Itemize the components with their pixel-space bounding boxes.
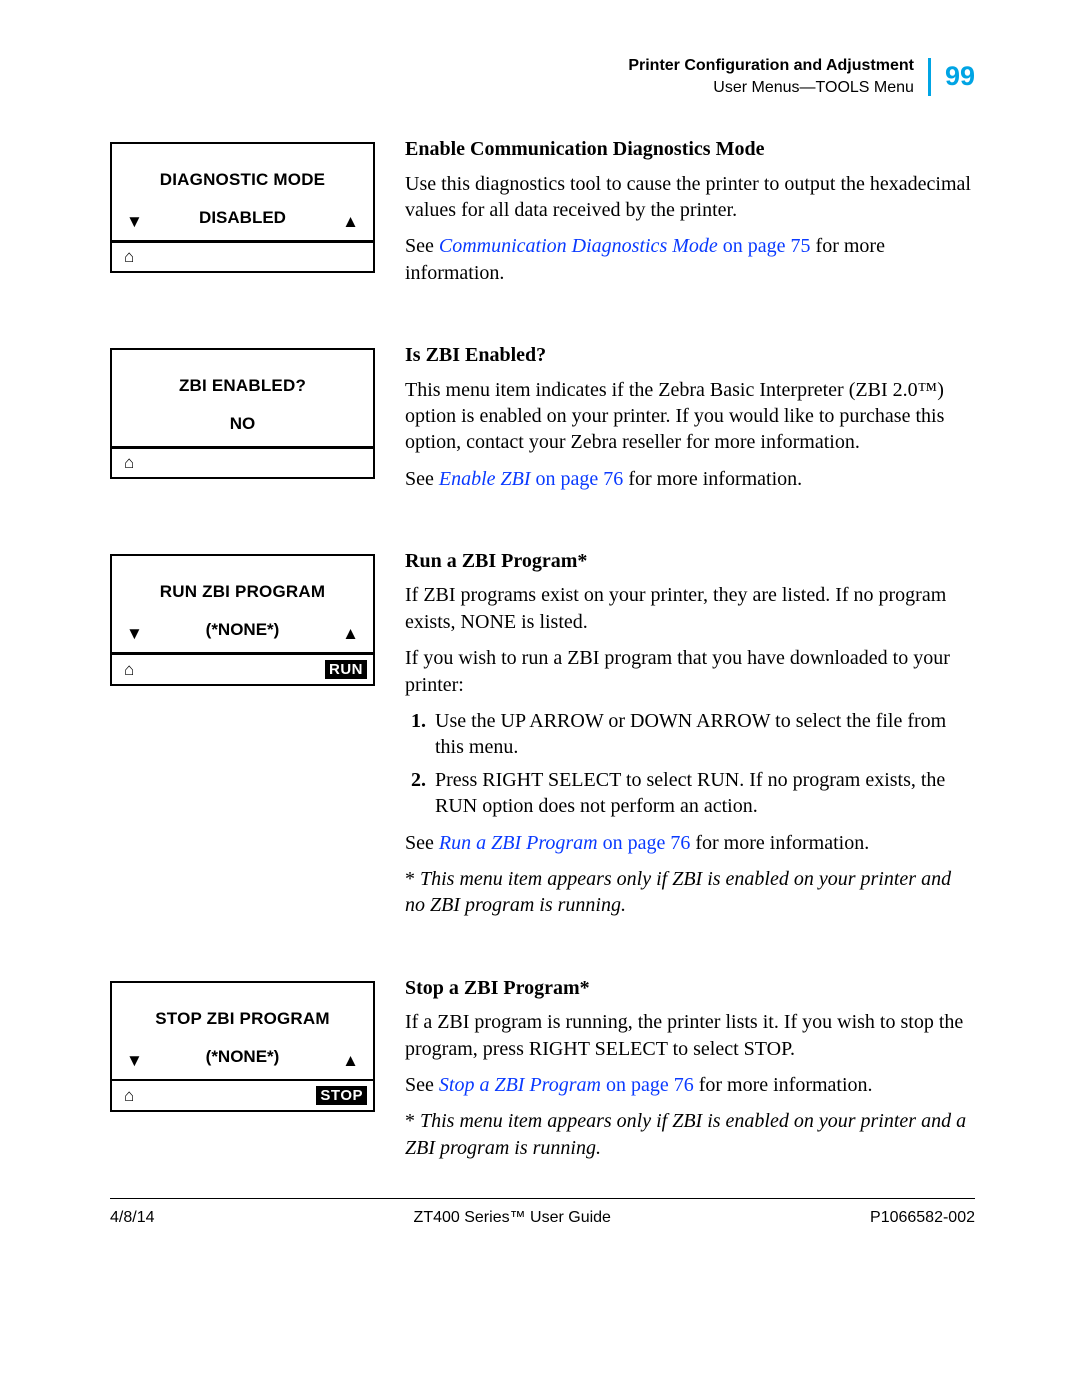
page-number: 99 xyxy=(945,61,975,92)
footnote: * This menu item appears only if ZBI is … xyxy=(405,866,975,919)
header-divider xyxy=(928,58,931,96)
xref-link[interactable]: Run a ZBI Program xyxy=(439,832,598,854)
lcd-zbi-enabled: ZBI ENABLED? NO ⌂ xyxy=(110,348,375,479)
lcd-title: STOP ZBI PROGRAM xyxy=(126,1009,359,1029)
up-arrow-icon: ▲ xyxy=(342,212,359,232)
section-heading: Run a ZBI Program* xyxy=(405,548,975,574)
home-icon: ⌂ xyxy=(124,248,134,265)
lcd-stop-zbi: STOP ZBI PROGRAM ▼ ▲ (*NONE*) ⌂ STOP xyxy=(110,981,375,1113)
body-text: This menu item indicates if the Zebra Ba… xyxy=(405,377,975,456)
body-text: If you wish to run a ZBI program that yo… xyxy=(405,645,975,698)
up-arrow-icon: ▲ xyxy=(342,1051,359,1071)
xref-link[interactable]: Enable ZBI xyxy=(439,468,531,490)
body-text: Use this diagnostics tool to cause the p… xyxy=(405,171,975,224)
home-icon: ⌂ xyxy=(124,1087,134,1104)
list-item: Press RIGHT SELECT to select RUN. If no … xyxy=(431,767,975,820)
body-text: If ZBI programs exist on your printer, t… xyxy=(405,582,975,635)
run-badge: RUN xyxy=(325,660,367,679)
section-title: User Menus—TOOLS Menu xyxy=(628,77,914,99)
home-icon: ⌂ xyxy=(124,454,134,471)
list-item: Use the UP ARROW or DOWN ARROW to select… xyxy=(431,708,975,761)
lcd-diagnostic-mode: DIAGNOSTIC MODE ▼ ▲ DISABLED ⌂ xyxy=(110,142,375,273)
page-footer: 4/8/14 ZT400 Series™ User Guide P1066582… xyxy=(110,1198,975,1227)
down-arrow-icon: ▼ xyxy=(126,624,143,644)
footer-date: 4/8/14 xyxy=(110,1209,154,1227)
footer-title: ZT400 Series™ User Guide xyxy=(414,1209,611,1227)
section-heading: Enable Communication Diagnostics Mode xyxy=(405,136,975,162)
body-text: See Run a ZBI Program on page 76 for mor… xyxy=(405,830,975,856)
section-heading: Stop a ZBI Program* xyxy=(405,975,975,1001)
footer-docnum: P1066582-002 xyxy=(870,1209,975,1227)
xref-link[interactable]: Communication Diagnostics Mode xyxy=(439,235,718,257)
lcd-title: ZBI ENABLED? xyxy=(126,376,359,396)
lcd-title: RUN ZBI PROGRAM xyxy=(126,582,359,602)
down-arrow-icon: ▼ xyxy=(126,1051,143,1071)
page-header: Printer Configuration and Adjustment Use… xyxy=(110,55,975,98)
xref-page[interactable]: on page 75 xyxy=(718,235,811,257)
ordered-list: Use the UP ARROW or DOWN ARROW to select… xyxy=(431,708,975,820)
xref-page[interactable]: on page 76 xyxy=(531,468,624,490)
lcd-value: NO xyxy=(126,414,359,434)
lcd-run-zbi: RUN ZBI PROGRAM ▼ ▲ (*NONE*) ⌂ RUN xyxy=(110,554,375,686)
body-text: See Enable ZBI on page 76 for more infor… xyxy=(405,466,975,492)
body-text: If a ZBI program is running, the printer… xyxy=(405,1009,975,1062)
lcd-title: DIAGNOSTIC MODE xyxy=(126,170,359,190)
footnote: * This menu item appears only if ZBI is … xyxy=(405,1108,975,1161)
body-text: See Communication Diagnostics Mode on pa… xyxy=(405,233,975,286)
xref-link[interactable]: Stop a ZBI Program xyxy=(439,1074,601,1096)
chapter-title: Printer Configuration and Adjustment xyxy=(628,55,914,77)
down-arrow-icon: ▼ xyxy=(126,212,143,232)
body-text: See Stop a ZBI Program on page 76 for mo… xyxy=(405,1072,975,1098)
section-heading: Is ZBI Enabled? xyxy=(405,342,975,368)
xref-page[interactable]: on page 76 xyxy=(601,1074,694,1096)
up-arrow-icon: ▲ xyxy=(342,624,359,644)
stop-badge: STOP xyxy=(316,1086,367,1105)
home-icon: ⌂ xyxy=(124,661,134,678)
xref-page[interactable]: on page 76 xyxy=(598,832,691,854)
